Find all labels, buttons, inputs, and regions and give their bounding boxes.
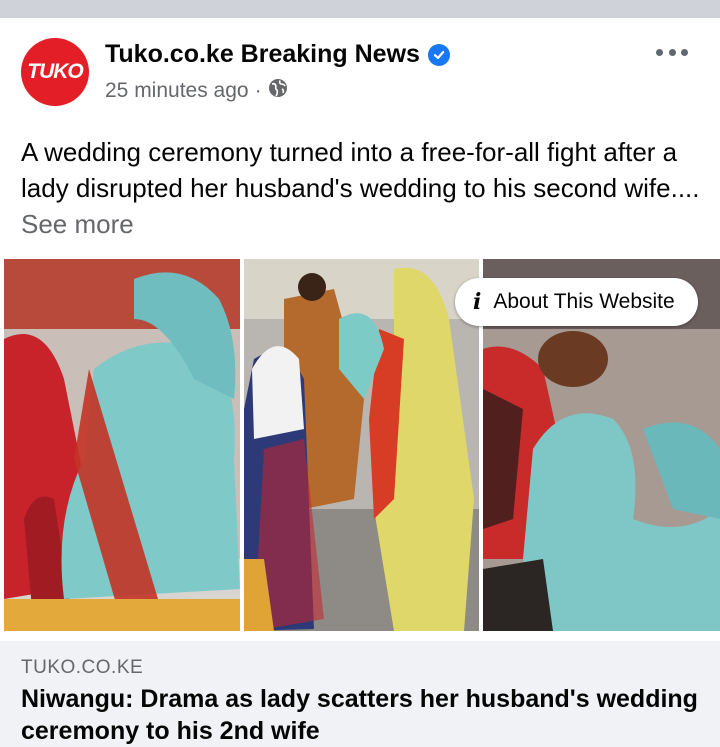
caption-text: A wedding ceremony turned into a free-fo… [21,137,700,203]
more-options-icon[interactable] [656,46,688,58]
page-name-row: Tuko.co.ke Breaking News [105,40,450,69]
status-bar-strip [0,0,720,18]
post-meta: 25 minutes ago · [105,78,288,104]
page-avatar[interactable]: TUKO [21,38,89,106]
photo-middle [244,259,479,631]
meta-separator: · [254,79,262,102]
globe-icon [268,78,288,104]
about-website-button[interactable]: i About This Website [455,278,698,326]
photo-left [4,259,240,631]
link-domain: TUKO.CO.KE [21,657,144,678]
info-icon: i [473,289,482,315]
page-name[interactable]: Tuko.co.ke Breaking News [105,40,420,69]
post-caption: A wedding ceremony turned into a free-fo… [21,134,701,242]
link-headline[interactable]: Niwangu: Drama as lady scatters her husb… [21,683,701,747]
post-timestamp[interactable]: 25 minutes ago [105,79,249,103]
link-preview[interactable]: TUKO.CO.KE Niwangu: Drama as lady scatte… [0,641,720,747]
avatar-logo-text: TUKO [27,60,83,83]
about-website-label: About This Website [493,290,675,313]
see-more-link[interactable]: See more [21,209,134,239]
verified-badge-icon [427,43,450,66]
